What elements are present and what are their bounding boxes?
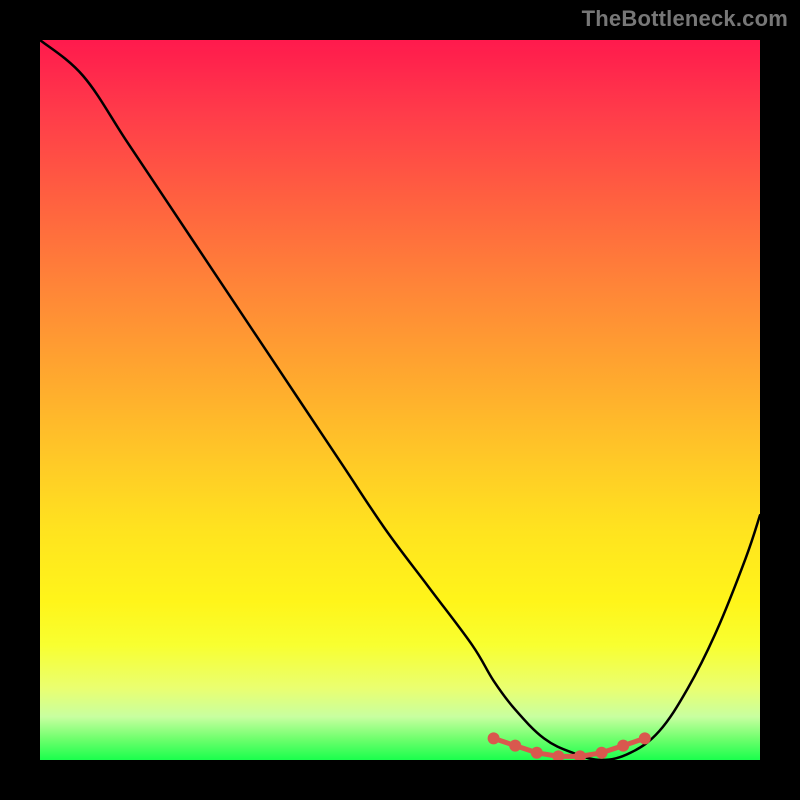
- optimal-marker: [531, 747, 543, 759]
- optimal-marker: [574, 750, 586, 760]
- watermark-text: TheBottleneck.com: [582, 6, 788, 32]
- bottleneck-curve: [40, 40, 760, 760]
- curve-layer: [40, 40, 760, 760]
- optimal-marker: [488, 732, 500, 744]
- optimal-marker: [596, 747, 608, 759]
- optimal-marker: [639, 732, 651, 744]
- optimal-marker: [617, 740, 629, 752]
- plot-area: [40, 40, 760, 760]
- optimal-marker: [552, 750, 564, 760]
- optimal-marker: [509, 740, 521, 752]
- chart-frame: TheBottleneck.com: [0, 0, 800, 800]
